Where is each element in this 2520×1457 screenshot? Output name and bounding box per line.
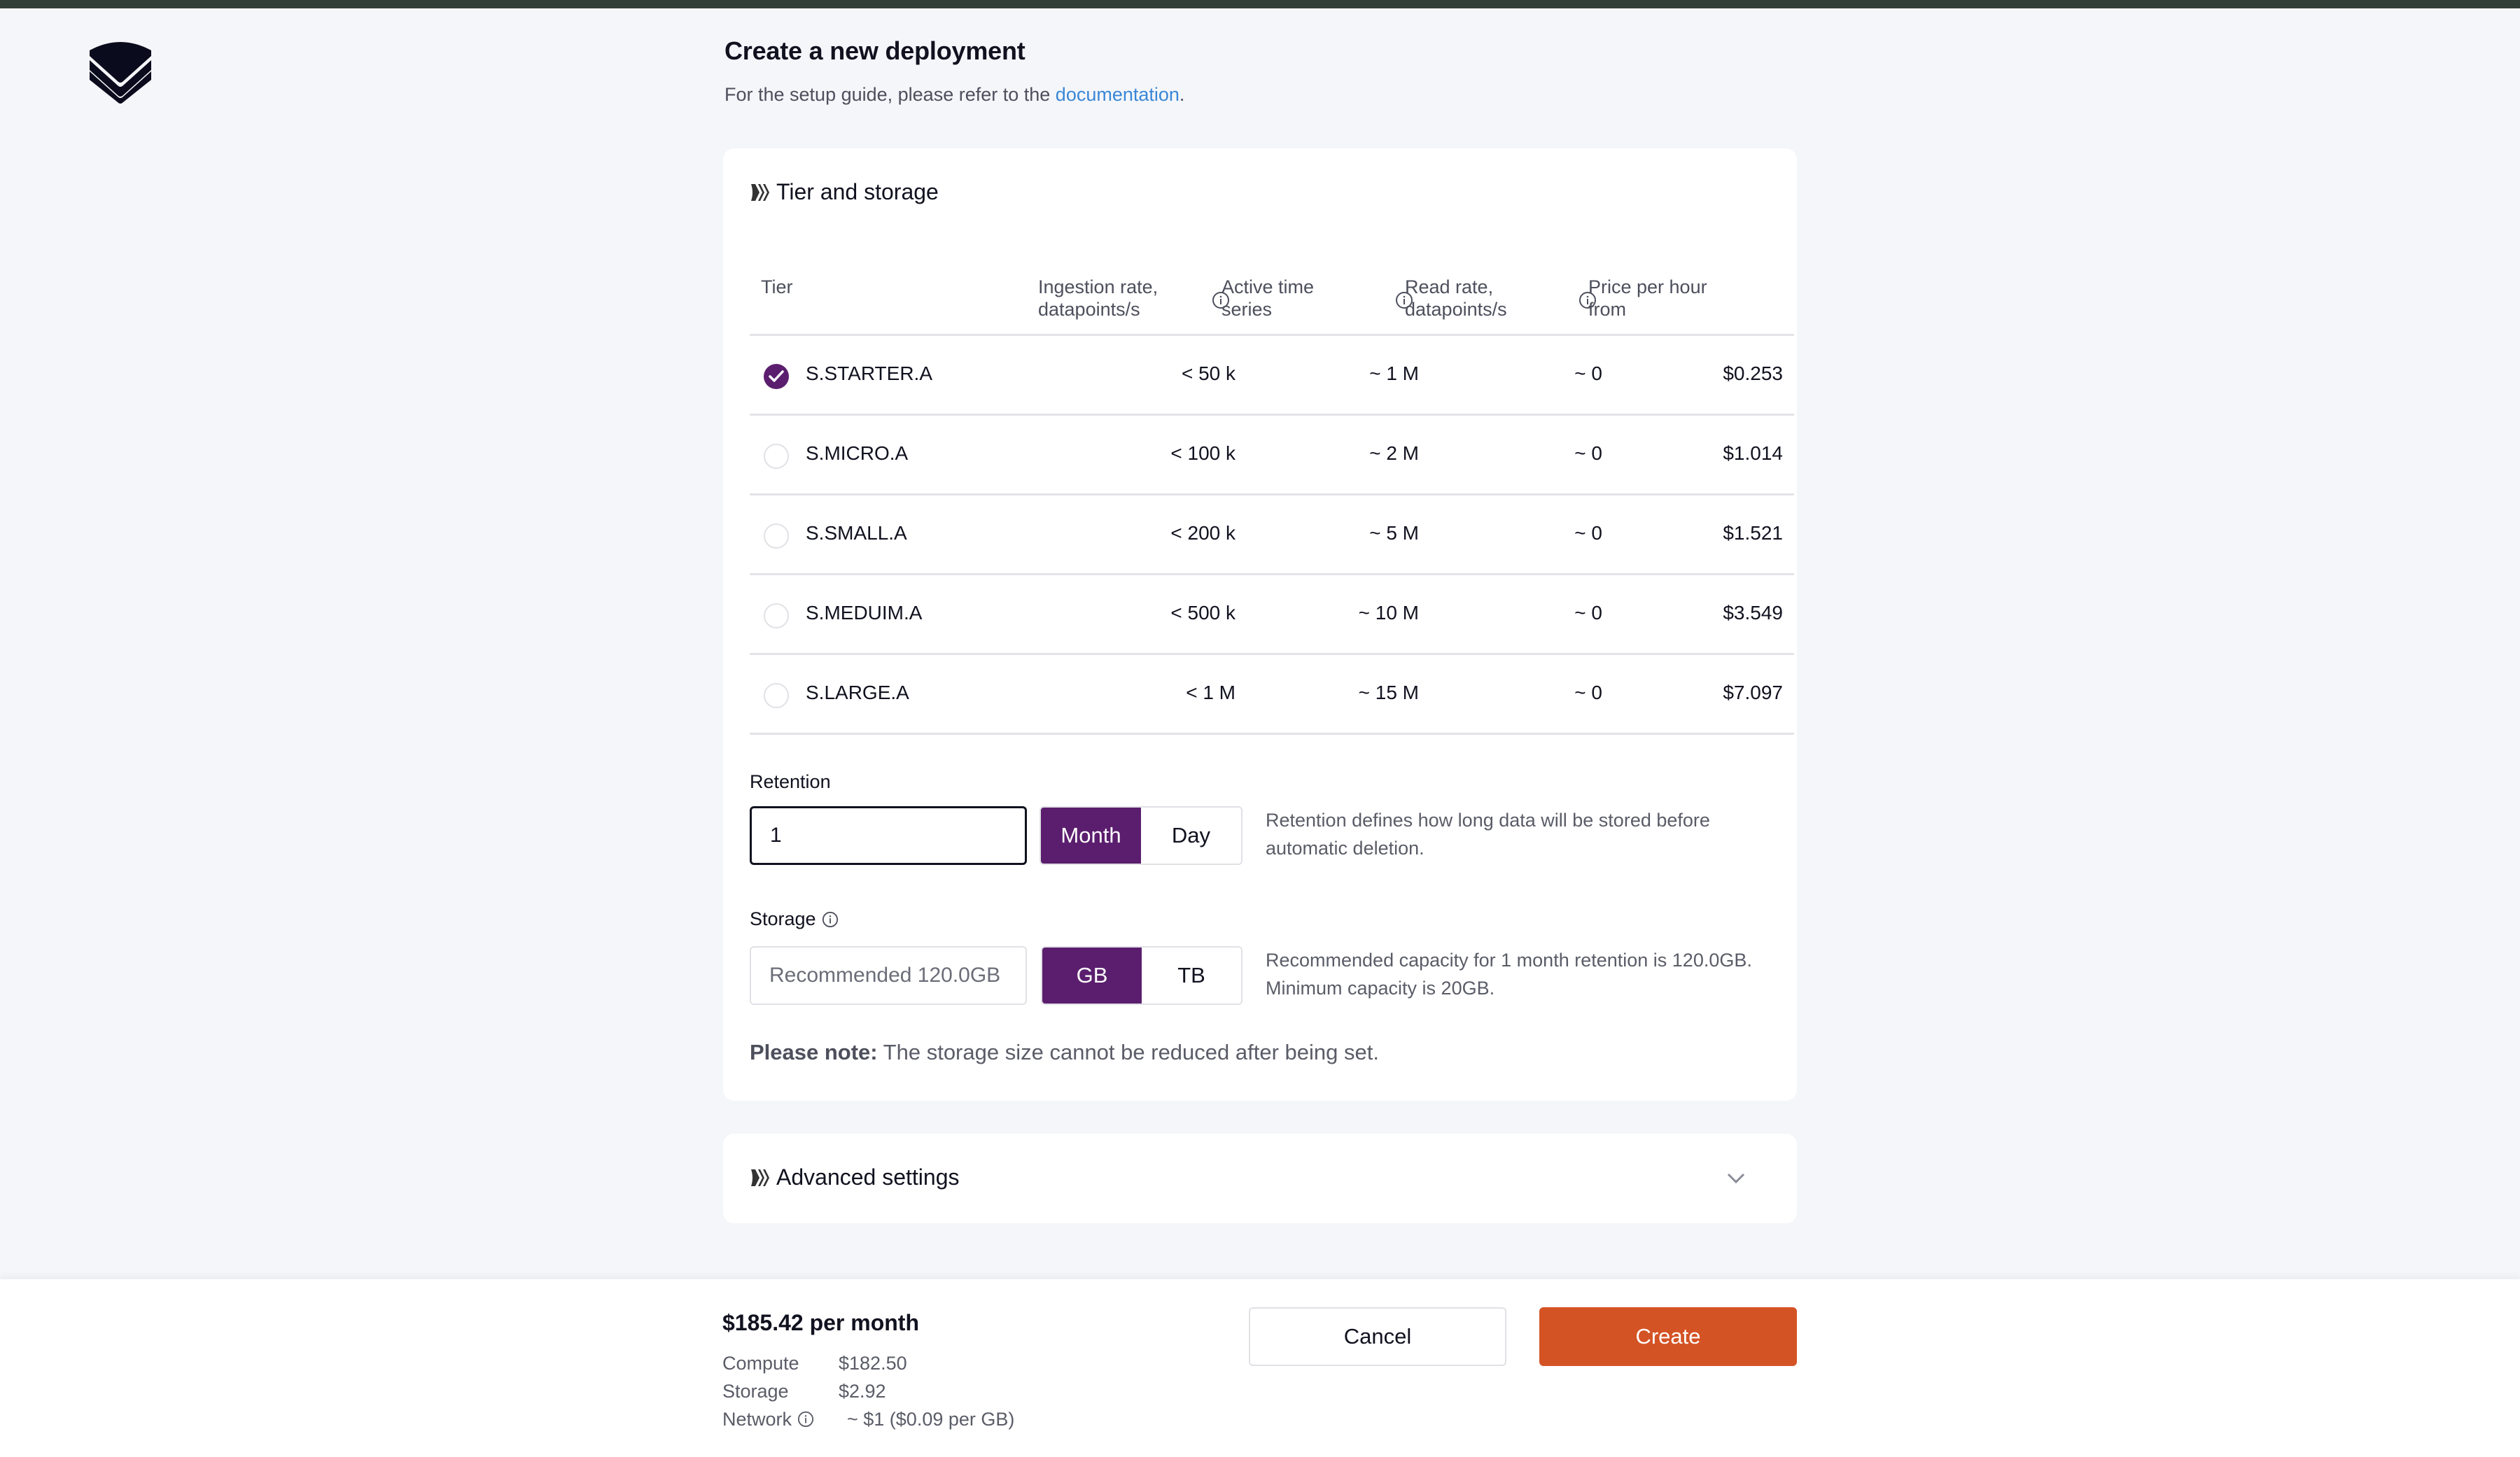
retention-unit-month[interactable]: Month [1041, 808, 1141, 864]
advanced-title: Advanced settings [776, 1164, 960, 1190]
tier-table: Tier Ingestion rate, datapoints/s Active … [750, 260, 1794, 735]
tier-name-cell: S.MEDUIM.A [806, 602, 923, 624]
storage-note: Please note: The storage size cannot be … [750, 1040, 1379, 1065]
breakdown-label: Compute [722, 1353, 799, 1374]
logo-icon[interactable] [88, 35, 153, 105]
monthly-price-total: $185.42 per month [722, 1310, 919, 1335]
breakdown-label: Network [722, 1405, 839, 1433]
column-header-ingestion: Ingestion rate, datapoints/s [1038, 276, 1158, 320]
check-icon [769, 370, 784, 382]
tier-name-cell: S.STARTER.A [806, 363, 933, 384]
column-header-active-series: Active time series [1222, 276, 1315, 320]
documentation-link[interactable]: documentation [1056, 84, 1180, 105]
retention-input[interactable]: 1 [750, 806, 1027, 865]
tier-radio[interactable] [764, 444, 789, 469]
section-title: Tier and storage [776, 179, 939, 204]
column-header-read-rate: Read rate, datapoints/s [1405, 276, 1507, 320]
chevrons-right-icon [751, 183, 769, 201]
table-row[interactable]: S.MICRO.A < 100 k ~ 2 M ~ 0 $1.014 [750, 416, 1794, 495]
advanced-settings-card[interactable]: Advanced settings [723, 1134, 1797, 1223]
table-row[interactable]: S.SMALL.A < 200 k ~ 5 M ~ 0 $1.521 [750, 495, 1794, 575]
storage-unit-gb[interactable]: GB [1042, 948, 1142, 1004]
active-series-cell: ~ 5 M [1369, 522, 1419, 544]
read-rate-cell: ~ 0 [1574, 522, 1602, 544]
breakdown-compute: Compute $182.50 [722, 1349, 1014, 1377]
ingestion-rate-cell: < 100 k [1170, 442, 1236, 464]
page-subtitle: For the setup guide, please refer to the… [724, 84, 1184, 106]
top-bar [0, 0, 2520, 8]
tier-name-cell: S.LARGE.A [806, 682, 909, 703]
breakdown-value: ~ $1 ($0.09 per GB) [847, 1409, 1015, 1430]
ingestion-rate-cell: < 200 k [1170, 522, 1236, 544]
advanced-section-header[interactable]: Advanced settings [750, 1164, 960, 1190]
info-icon[interactable] [797, 1411, 814, 1428]
active-series-cell: ~ 10 M [1358, 602, 1419, 624]
info-icon[interactable] [822, 911, 839, 928]
page-title: Create a new deployment [724, 36, 1026, 65]
price-cell: $1.521 [1723, 522, 1783, 544]
tier-name-cell: S.SMALL.A [806, 522, 907, 544]
tier-radio[interactable] [764, 364, 789, 389]
table-row[interactable]: S.MEDUIM.A < 500 k ~ 10 M ~ 0 $3.549 [750, 575, 1794, 655]
note-label: Please note: [750, 1040, 878, 1064]
tier-radio[interactable] [764, 683, 789, 708]
footer-bar: $185.42 per month Compute $182.50 Storage… [0, 1279, 2520, 1457]
tier-and-storage-card: Tier and storage Tier Ingestion rate, dat… [723, 148, 1797, 1101]
price-breakdown: Compute $182.50 Storage $2.92 Network ~ $1… [722, 1349, 1014, 1433]
read-rate-cell: ~ 0 [1574, 363, 1602, 384]
chevron-down-icon[interactable] [1726, 1167, 1746, 1188]
price-cell: $1.014 [1723, 442, 1783, 464]
breakdown-label: Storage [722, 1381, 789, 1402]
price-cell: $0.253 [1723, 363, 1783, 384]
retention-unit-toggle: Month Day [1040, 806, 1242, 865]
column-header-price: Price per hour from [1588, 276, 1707, 320]
price-cell: $3.549 [1723, 602, 1783, 624]
create-button[interactable]: Create [1539, 1307, 1797, 1366]
network-label-text: Network [722, 1409, 792, 1430]
tier-radio[interactable] [764, 523, 789, 549]
storage-help-text: Recommended capacity for 1 month retenti… [1266, 946, 1784, 1002]
ingestion-rate-cell: < 500 k [1170, 602, 1236, 624]
breakdown-network: Network ~ $1 ($0.09 per GB) [722, 1405, 1014, 1433]
read-rate-cell: ~ 0 [1574, 602, 1602, 624]
column-header-tier: Tier [761, 276, 793, 297]
storage-label-text: Storage [750, 908, 816, 929]
chevrons-right-icon [751, 1169, 769, 1186]
breakdown-value: $182.50 [839, 1353, 907, 1374]
breakdown-storage: Storage $2.92 [722, 1377, 1014, 1405]
cancel-button[interactable]: Cancel [1249, 1307, 1506, 1366]
subtitle-text: For the setup guide, please refer to the [724, 84, 1056, 105]
read-rate-cell: ~ 0 [1574, 682, 1602, 703]
table-header: Tier Ingestion rate, datapoints/s Active … [750, 260, 1794, 336]
storage-unit-tb[interactable]: TB [1142, 948, 1241, 1004]
retention-help-text: Retention defines how long data will be … [1266, 810, 1710, 859]
active-series-cell: ~ 2 M [1369, 442, 1419, 464]
storage-unit-toggle: GB TB [1041, 946, 1242, 1005]
storage-help-line2: Minimum capacity is 20GB. [1266, 978, 1495, 999]
subtitle-period: . [1179, 84, 1185, 105]
table-row[interactable]: S.LARGE.A < 1 M ~ 15 M ~ 0 $7.097 [750, 655, 1794, 735]
storage-input[interactable]: Recommended 120.0GB [750, 946, 1027, 1005]
note-text: The storage size cannot be reduced after… [877, 1040, 1379, 1064]
table-row[interactable]: S.STARTER.A < 50 k ~ 1 M ~ 0 $0.253 [750, 336, 1794, 416]
tier-name-cell: S.MICRO.A [806, 442, 909, 464]
storage-help-line1: Recommended capacity for 1 month retenti… [1266, 950, 1752, 971]
active-series-cell: ~ 1 M [1369, 363, 1419, 384]
ingestion-rate-cell: < 1 M [1186, 682, 1236, 703]
retention-label: Retention [750, 771, 831, 792]
breakdown-value: $2.92 [839, 1381, 886, 1402]
storage-label: Storage [750, 908, 839, 930]
retention-unit-day[interactable]: Day [1141, 808, 1241, 864]
active-series-cell: ~ 15 M [1358, 682, 1419, 703]
price-cell: $7.097 [1723, 682, 1783, 703]
tier-section-header: Tier and storage [750, 179, 939, 205]
read-rate-cell: ~ 0 [1574, 442, 1602, 464]
tier-radio[interactable] [764, 603, 789, 628]
ingestion-rate-cell: < 50 k [1181, 363, 1236, 384]
